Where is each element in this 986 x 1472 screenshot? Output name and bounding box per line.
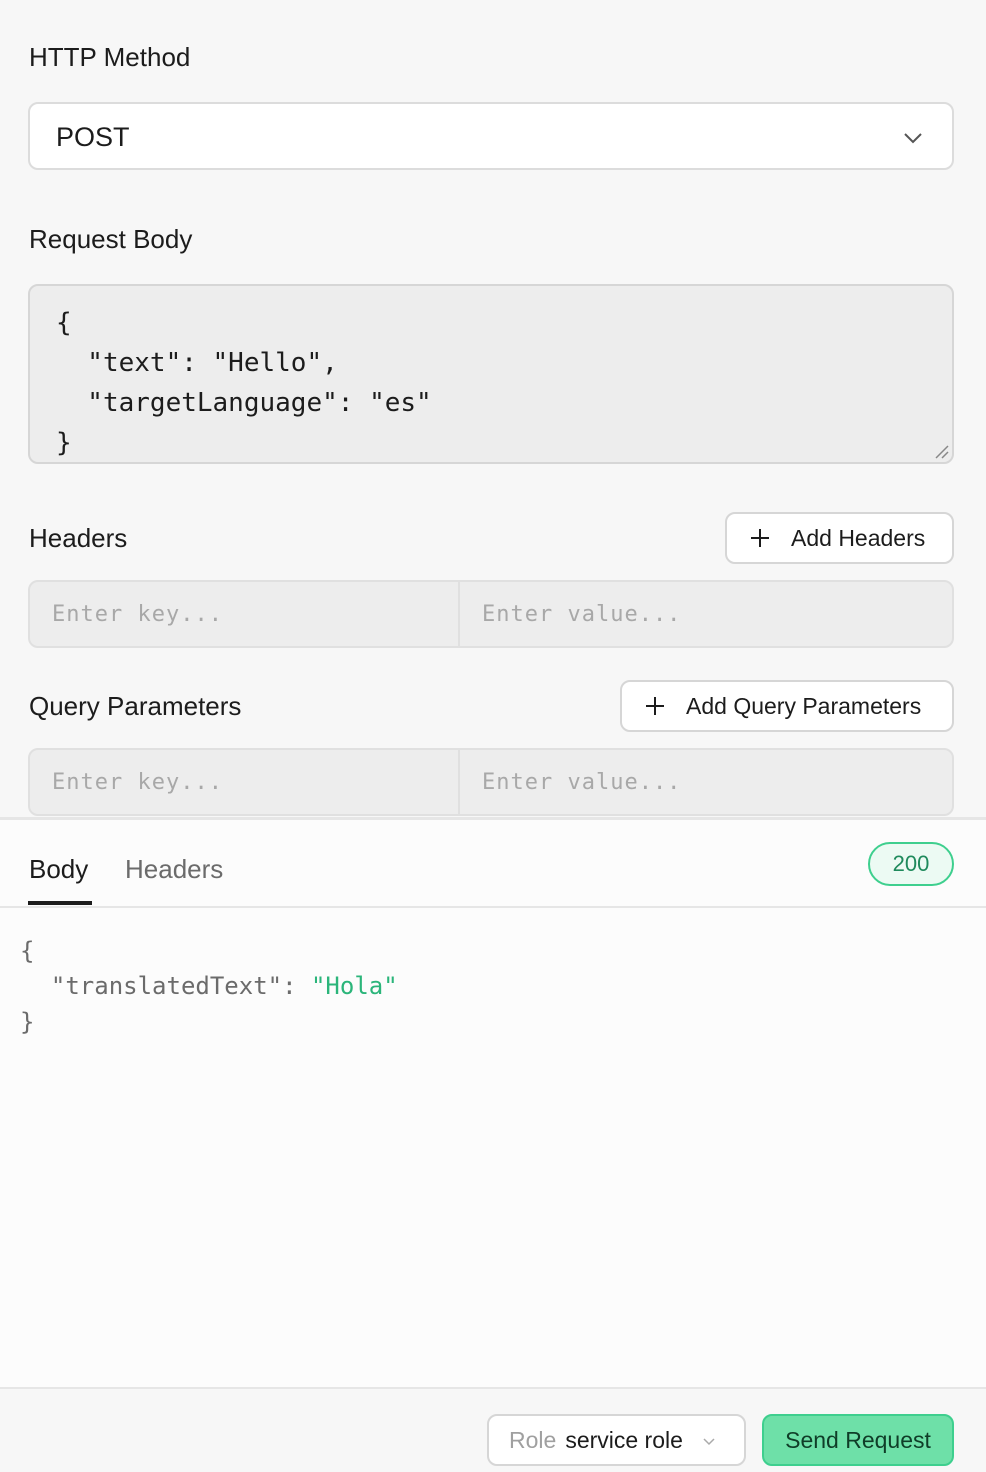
add-query-parameters-label: Add Query Parameters — [686, 692, 922, 719]
query-parameters-label: Query Parameters — [29, 691, 242, 721]
request-body-line: "targetLanguage": "es" — [56, 388, 432, 418]
footer-bar: Role service role Send Request — [0, 1387, 986, 1472]
request-panel: HTTP Method POST Request Body { "text": … — [0, 0, 986, 817]
headers-label: Headers — [29, 523, 128, 553]
headers-key-input[interactable] — [52, 601, 458, 627]
headers-value-cell — [460, 582, 952, 646]
role-prefix: Role — [509, 1426, 557, 1453]
status-badge: 200 — [868, 842, 954, 886]
role-select[interactable]: Role service role — [487, 1414, 746, 1466]
chevron-down-icon — [703, 1438, 715, 1446]
resize-grip-icon[interactable] — [934, 444, 950, 460]
query-row — [28, 748, 954, 816]
request-body-label: Request Body — [29, 224, 193, 254]
response-panel: Body Headers 200 { "translatedText": "Ho… — [0, 817, 986, 1387]
headers-key-cell — [30, 582, 460, 646]
request-body-line: } — [56, 428, 72, 458]
chevron-down-icon — [904, 133, 922, 144]
query-key-cell — [30, 750, 460, 814]
tab-body[interactable]: Body — [29, 854, 88, 885]
query-key-input[interactable] — [52, 769, 458, 795]
headers-value-input[interactable] — [482, 601, 952, 627]
json-string-value: "Hola" — [310, 972, 398, 1000]
tab-headers[interactable]: Headers — [125, 854, 223, 885]
response-body-line: "translatedText": "Hola" — [22, 972, 398, 1000]
query-value-input[interactable] — [482, 769, 952, 795]
add-headers-label: Add Headers — [791, 524, 926, 551]
plus-icon — [646, 697, 664, 715]
add-headers-button[interactable]: Add Headers — [725, 512, 954, 564]
active-tab-indicator — [28, 901, 92, 905]
http-method-label: HTTP Method — [29, 42, 191, 72]
request-body-line: { — [56, 308, 72, 338]
http-method-select[interactable]: POST — [28, 102, 954, 170]
headers-row — [28, 580, 954, 648]
add-query-parameters-button[interactable]: Add Query Parameters — [620, 680, 954, 732]
request-body-editor[interactable]: { "text": "Hello", "targetLanguage": "es… — [28, 284, 954, 464]
send-request-button[interactable]: Send Request — [762, 1414, 954, 1466]
role-value: service role — [565, 1426, 683, 1453]
http-method-value: POST — [56, 122, 130, 152]
response-body-close: } — [20, 1008, 35, 1036]
request-body-line: "text": "Hello", — [56, 348, 338, 378]
json-key: "translatedText": — [22, 972, 311, 1000]
response-tabs: Body Headers 200 — [0, 820, 986, 908]
query-value-cell — [460, 750, 952, 814]
plus-icon — [751, 529, 769, 547]
response-body-open: { — [20, 937, 35, 965]
